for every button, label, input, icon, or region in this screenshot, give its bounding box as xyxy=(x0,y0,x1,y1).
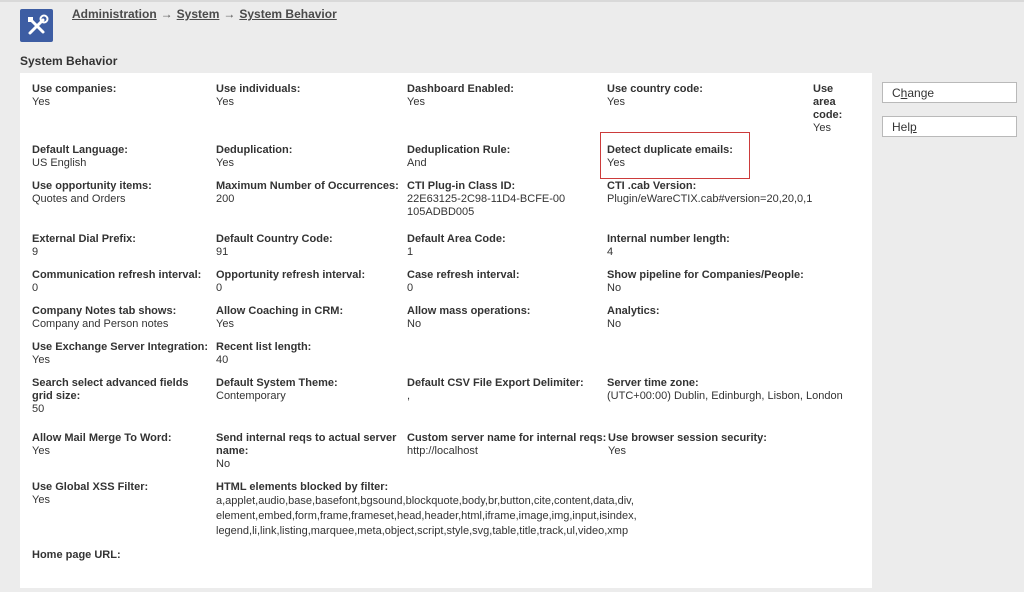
field-default-country-code: Default Country Code: 91 xyxy=(216,233,333,258)
field-html-elements-blocked: HTML elements blocked by filter: a,apple… xyxy=(216,481,637,537)
field-use-country-code: Use country code: Yes xyxy=(607,83,703,108)
breadcrumb-system-behavior[interactable]: System Behavior xyxy=(239,7,336,21)
breadcrumb-separator: → xyxy=(160,7,173,21)
field-opportunity-refresh: Opportunity refresh interval: 0 xyxy=(216,269,366,294)
field-allow-coaching: Allow Coaching in CRM: Yes xyxy=(216,305,344,330)
field-communication-refresh: Communication refresh interval: 0 xyxy=(32,269,202,294)
breadcrumb: Administration → System → System Behavior xyxy=(72,7,337,21)
breadcrumb-administration[interactable]: Administration xyxy=(72,7,157,21)
field-use-browser-session-security: Use browser session security: Yes xyxy=(608,432,767,457)
field-deduplication-rule: Deduplication Rule: And xyxy=(407,144,511,169)
top-border xyxy=(0,0,1024,2)
field-internal-number-length: Internal number length: 4 xyxy=(607,233,730,258)
system-behavior-panel: Use companies: Yes Use individuals: Yes … xyxy=(20,73,872,588)
field-detect-duplicate-emails: Detect duplicate emails: Yes xyxy=(607,144,733,169)
field-default-language: Default Language: US English xyxy=(32,144,128,169)
page-title: System Behavior xyxy=(20,54,118,68)
breadcrumb-separator: → xyxy=(223,7,236,21)
field-analytics: Analytics: No xyxy=(607,305,660,330)
field-default-system-theme: Default System Theme: Contemporary xyxy=(216,377,338,402)
field-send-internal-reqs: Send internal reqs to actual server name… xyxy=(216,432,397,470)
field-recent-list-length: Recent list length: 40 xyxy=(216,341,312,366)
field-case-refresh: Case refresh interval: 0 xyxy=(407,269,520,294)
field-use-global-xss-filter: Use Global XSS Filter: Yes xyxy=(32,481,149,506)
administration-tools-icon xyxy=(20,9,53,42)
field-default-area-code: Default Area Code: 1 xyxy=(407,233,506,258)
field-server-time-zone: Server time zone: (UTC+00:00) Dublin, Ed… xyxy=(607,377,843,402)
field-use-companies: Use companies: Yes xyxy=(32,83,117,108)
field-use-individuals: Use individuals: Yes xyxy=(216,83,301,108)
field-dashboard-enabled: Dashboard Enabled: Yes xyxy=(407,83,514,108)
field-cti-plugin-class-id: CTI Plug-in Class ID: 22E63125-2C98-11D4… xyxy=(407,180,566,218)
field-cti-cab-version: CTI .cab Version: Plugin/eWareCTIX.cab#v… xyxy=(607,180,813,205)
field-use-area-code: Use area code: Yes xyxy=(813,83,843,134)
field-default-csv-delimiter: Default CSV File Export Delimiter: , xyxy=(407,377,584,402)
field-use-opportunity-items: Use opportunity items: Quotes and Orders xyxy=(32,180,152,205)
field-home-page-url: Home page URL: xyxy=(32,549,121,561)
breadcrumb-system[interactable]: System xyxy=(177,7,220,21)
field-show-pipeline: Show pipeline for Companies/People: No xyxy=(607,269,804,294)
field-allow-mass-operations: Allow mass operations: No xyxy=(407,305,531,330)
field-external-dial-prefix: External Dial Prefix: 9 xyxy=(32,233,136,258)
field-custom-server-name: Custom server name for internal reqs: ht… xyxy=(407,432,607,457)
field-allow-mail-merge: Allow Mail Merge To Word: Yes xyxy=(32,432,172,457)
field-company-notes-tab: Company Notes tab shows: Company and Per… xyxy=(32,305,177,330)
field-search-select-grid-size: Search select advanced fields grid size:… xyxy=(32,377,189,415)
field-deduplication: Deduplication: Yes xyxy=(216,144,293,169)
change-button[interactable]: Change xyxy=(882,82,1017,103)
field-max-occurrences: Maximum Number of Occurrences: 200 xyxy=(216,180,399,205)
field-use-exchange-server: Use Exchange Server Integration: Yes xyxy=(32,341,209,366)
help-button[interactable]: Help xyxy=(882,116,1017,137)
